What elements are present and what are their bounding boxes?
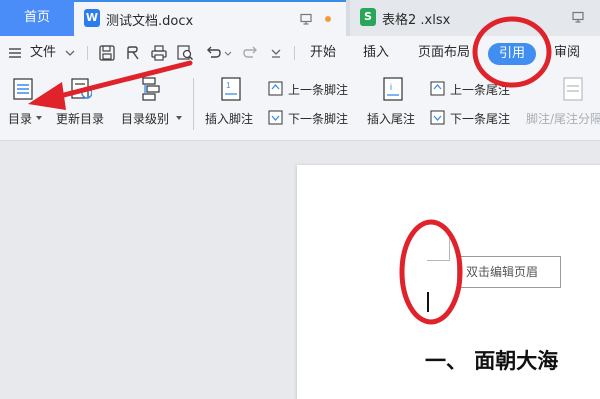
ribbon-references: 目录 更新目录 目录级别 1 插入脚注 上一条脚注 下一条脚注 i 插入尾注 上… <box>0 70 600 141</box>
prev-endnote-label: 上一条尾注 <box>450 83 511 97</box>
prev-endnote-icon <box>430 81 445 96</box>
export-pdf-icon[interactable] <box>124 44 142 62</box>
menu-file[interactable]: 文件 <box>30 36 56 70</box>
header-hint[interactable]: 双击编辑页眉 <box>457 256 561 288</box>
next-footnote-label: 下一条脚注 <box>288 112 349 126</box>
document-page[interactable]: 双击编辑页眉 一、 面朝大海 <box>297 165 600 399</box>
menu-review[interactable]: 审阅 <box>554 36 580 70</box>
tab-spreadsheet-title: 表格2 .xlsx <box>382 13 451 28</box>
prev-footnote-label: 上一条脚注 <box>288 83 349 97</box>
hamburger-icon[interactable] <box>8 44 22 62</box>
monitor-icon[interactable] <box>300 13 312 25</box>
footnote-separator-label: 脚注/尾注分隔 <box>526 112 600 126</box>
margin-corner-mark <box>427 238 450 261</box>
document-heading[interactable]: 一、 面朝大海 <box>425 345 558 375</box>
footnote-separator-icon <box>563 77 583 101</box>
toc-label: 目录 <box>8 112 33 126</box>
ribbon-divider <box>193 78 194 130</box>
tab-spreadsheet[interactable]: S 表格2 .xlsx <box>350 0 600 36</box>
unsaved-dot-icon <box>325 16 331 22</box>
next-endnote-icon <box>430 110 445 125</box>
undo-icon[interactable] <box>204 44 222 62</box>
tab-document[interactable]: W 测试文档.docx <box>74 0 346 36</box>
menu-page-layout[interactable]: 页面布局 <box>418 36 470 70</box>
print-icon[interactable] <box>150 44 168 62</box>
svg-text:1: 1 <box>226 81 231 90</box>
svg-text:i: i <box>390 82 392 92</box>
menu-insert[interactable]: 插入 <box>363 36 389 70</box>
insert-footnote-icon: 1 <box>221 77 241 101</box>
chevron-down-icon[interactable] <box>224 44 232 62</box>
wps-writer-window: 首页 W 测试文档.docx S 表格2 .xlsx 文件 开始 插入 页面布局… <box>0 0 600 399</box>
writer-doc-icon: W <box>84 9 100 27</box>
document-workspace[interactable]: 双击编辑页眉 一、 面朝大海 <box>0 141 600 399</box>
next-endnote-label: 下一条尾注 <box>450 112 511 126</box>
print-preview-icon[interactable] <box>176 44 194 62</box>
tab-home[interactable]: 首页 <box>0 0 74 36</box>
insert-footnote-label: 插入脚注 <box>205 112 254 126</box>
menu-bar: 文件 开始 插入 页面布局 引用 审阅 <box>0 36 600 70</box>
spreadsheet-icon: S <box>360 8 376 26</box>
redo-icon[interactable] <box>242 44 260 62</box>
toc-level-label: 目录级别 <box>121 112 170 126</box>
tab-document-title: 测试文档.docx <box>106 14 194 29</box>
insert-endnote-label: 插入尾注 <box>367 112 416 126</box>
divider <box>294 46 295 60</box>
menu-start[interactable]: 开始 <box>310 36 336 70</box>
prev-footnote-icon <box>268 81 283 96</box>
save-icon[interactable] <box>98 44 116 62</box>
monitor-icon[interactable] <box>572 11 584 23</box>
tab-bar: 首页 W 测试文档.docx S 表格2 .xlsx <box>0 0 600 36</box>
update-toc-label: 更新目录 <box>56 112 105 126</box>
text-cursor <box>427 292 429 312</box>
divider <box>87 46 88 60</box>
toc-level-icon <box>142 77 160 101</box>
customize-toolbar-icon[interactable] <box>270 44 282 62</box>
chevron-down-icon <box>176 116 182 120</box>
menu-references[interactable]: 引用 <box>488 43 537 65</box>
next-footnote-icon <box>268 110 283 125</box>
refresh-toc-icon <box>71 78 92 99</box>
insert-endnote-icon: i <box>383 77 403 101</box>
table-of-contents-icon <box>13 78 33 100</box>
chevron-down-icon <box>36 116 42 120</box>
chevron-down-icon[interactable] <box>64 44 76 62</box>
